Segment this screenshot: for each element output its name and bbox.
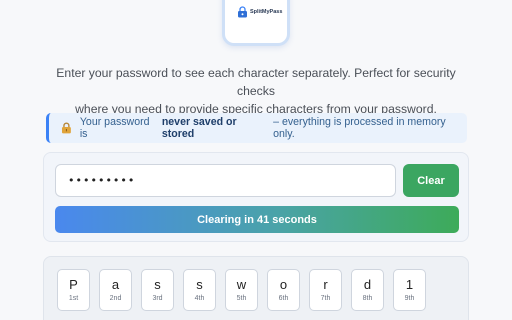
character-position: 1st [68,295,79,302]
character-box: P 1st [57,269,90,311]
character-position: 9th [404,295,415,302]
character-value: a [111,277,120,292]
character-box: s 4th [183,269,216,311]
padlock-icon [238,6,247,18]
timer-label: Clearing in 41 seconds [197,213,317,226]
character-box: a 2nd [99,269,132,311]
privacy-notice: Your password is never saved or stored –… [46,113,467,143]
character-value: P [69,277,78,292]
character-value: o [279,277,288,292]
character-box: s 3rd [141,269,174,311]
character-box: w 5th [225,269,258,311]
notice-prefix: Your password is [79,116,150,140]
intro-line-1: Enter your password to see each characte… [56,66,456,98]
logo-card: SplitMyPass [222,0,290,46]
character-value: 1 [405,277,414,292]
lock-icon [61,122,71,134]
password-panel: Clear Clearing in 41 seconds [43,152,469,242]
character-value: s [196,277,203,292]
character-value: s [154,277,161,292]
notice-emphasis: never saved or stored [161,116,237,140]
character-position: 7th [320,295,331,302]
clear-button[interactable]: Clear [403,164,459,197]
notice-suffix: – everything is processed in memory only… [273,116,446,140]
character-position: 8th [362,295,373,302]
character-box: 1 9th [393,269,426,311]
character-position: 5th [236,295,247,302]
character-row: P 1st a 2nd s 3rd s 4th w 5th o 6th r 7th d 8th 1 9th [57,269,426,311]
character-box: r 7th [309,269,342,311]
logo-text: SplitMyPass [250,9,283,15]
character-position: 4th [194,295,205,302]
character-value: d [363,277,372,292]
character-value: w [236,277,247,292]
character-position: 6th [278,295,289,302]
character-value: r [323,277,328,292]
password-input[interactable] [55,164,396,197]
character-box: o 6th [267,269,300,311]
characters-panel: P 1st a 2nd s 3rd s 4th w 5th o 6th r 7th d 8th 1 9th [43,256,469,320]
intro-text: Enter your password to see each characte… [40,64,472,118]
logo: SplitMyPass [237,6,282,18]
clear-timer-bar: Clearing in 41 seconds [55,206,459,233]
character-box: d 8th [351,269,384,311]
character-position: 2nd [109,295,122,302]
character-position: 3rd [152,295,163,302]
